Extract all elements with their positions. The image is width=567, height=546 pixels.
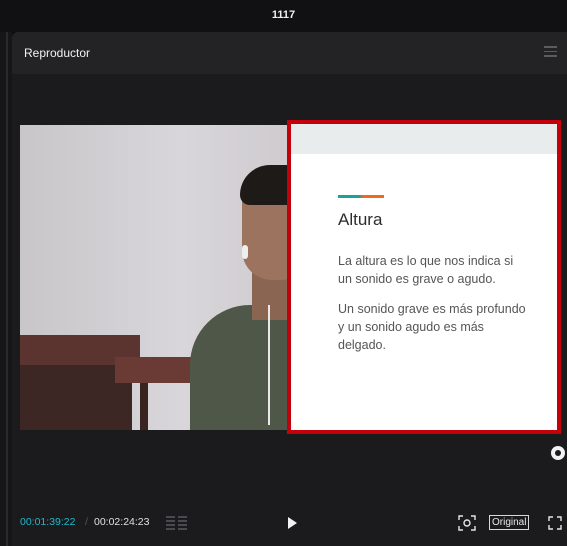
record-indicator-icon[interactable] [551,446,565,460]
window-titlebar: 1117 [0,0,567,32]
player-title: Reproductor [24,46,91,60]
focus-icon[interactable] [458,515,476,531]
time-separator: / [85,516,88,528]
current-time: 00:01:39:22 [20,516,76,528]
left-panel-strip [0,32,12,546]
earbud-wire [268,305,270,425]
fullscreen-icon[interactable] [548,516,562,530]
slide-title: Altura [338,210,383,229]
total-time: 00:02:24:23 [94,516,150,528]
slide-overlay: Altura La altura es lo que nos indica si… [287,120,561,434]
slide-header-band [291,124,557,154]
play-icon[interactable] [285,516,299,530]
zoom-original-button[interactable]: Original [489,515,530,530]
slide-accent-rule [338,195,384,198]
menu-icon[interactable] [544,46,557,57]
window-title: 1117 [271,9,296,21]
panel-divider[interactable] [6,32,8,546]
desk [140,383,148,430]
player-header: Reproductor [12,32,567,74]
earbud [242,245,248,259]
player-controls: 00:01:39:22 / 00:02:24:23 Original [0,510,567,538]
slide-paragraph: La altura es lo que nos indica si un son… [338,254,514,286]
chapters-icon[interactable] [166,516,188,530]
slide-paragraph: Un sonido grave es más profundo y un son… [338,302,526,352]
